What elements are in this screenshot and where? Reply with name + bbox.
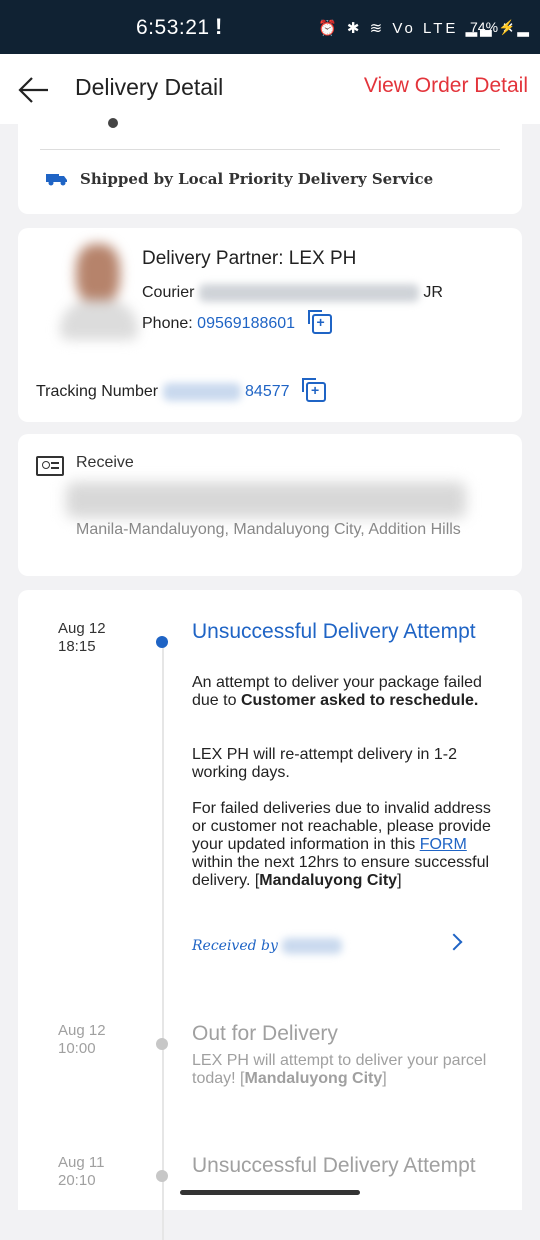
shipping-card: Shipped by Local Priority Delivery Servi… <box>18 118 522 214</box>
courier-row: Courier JR <box>142 284 443 302</box>
event-form-note: For failed deliveries due to invalid add… <box>192 800 492 890</box>
received-by-row[interactable]: Received by <box>192 938 342 954</box>
event-description: LEX PH will attempt to deliver your parc… <box>192 1052 492 1088</box>
event-datetime: Aug 12 10:00 <box>58 1022 138 1058</box>
tracking-label: Tracking Number <box>36 383 159 401</box>
timeline-dot <box>156 1038 168 1050</box>
event-location: Mandaluyong City <box>259 872 398 889</box>
timeline-dot <box>156 1170 168 1182</box>
tracking-row: Tracking Number 84577 + <box>36 378 326 402</box>
event-title: Unsuccessful Delivery Attempt <box>192 620 476 643</box>
event-text: ] <box>382 1070 387 1087</box>
divider <box>40 149 500 150</box>
copy-icon[interactable]: + <box>307 310 332 334</box>
event-date: Aug 12 <box>58 1022 106 1039</box>
back-arrow-icon[interactable] <box>18 76 50 104</box>
page-title: Delivery Detail <box>75 74 224 100</box>
tracking-number-suffix[interactable]: 84577 <box>245 383 290 400</box>
receiver-label: Receive <box>76 454 134 471</box>
shipping-service-text: Shipped by Local Priority Delivery Servi… <box>80 170 434 188</box>
home-indicator[interactable] <box>180 1190 360 1195</box>
event-title: Out for Delivery <box>192 1022 338 1045</box>
event-text: ] <box>397 872 402 889</box>
courier-name-redacted <box>198 284 419 302</box>
event-description: An attempt to deliver your package faile… <box>192 674 492 710</box>
chevron-right-icon[interactable] <box>445 933 463 951</box>
alert-icon: ! <box>215 14 223 39</box>
event-date: Aug 12 <box>58 620 106 637</box>
received-by-name-redacted <box>281 938 342 954</box>
event-title: Unsuccessful Delivery Attempt <box>192 1154 476 1177</box>
event-date: Aug 11 <box>58 1154 105 1171</box>
courier-label: Courier <box>142 284 195 302</box>
app-bar: Delivery Detail View Order Detail <box>0 54 540 124</box>
received-by-label: Received by <box>192 938 278 954</box>
timeline-dot-active <box>156 636 168 648</box>
event-location: Mandaluyong City <box>244 1070 383 1087</box>
courier-name-suffix: JR <box>423 284 443 302</box>
status-bar: 6:53:21 ! ⏰ ✱ ≋ Vo LTE ▂▃ ✕▂ 74%⚡ <box>0 0 540 54</box>
timeline-line <box>162 640 164 1240</box>
phone-label: Phone: <box>142 315 193 333</box>
partial-indicator <box>108 118 118 128</box>
event-time: 18:15 <box>58 638 96 655</box>
copy-icon[interactable]: + <box>301 378 326 402</box>
status-time: 6:53:21 <box>136 16 210 39</box>
tracking-timeline: Aug 12 18:15 Unsuccessful Delivery Attem… <box>18 590 522 1240</box>
delivery-partner-title: Delivery Partner: LEX PH <box>142 248 357 269</box>
truck-icon <box>46 174 67 186</box>
event-datetime: Aug 12 18:15 <box>58 620 138 656</box>
event-reattempt-note: LEX PH will re-attempt delivery in 1-2 w… <box>192 746 457 781</box>
receiver-card: Receive Manila-Mandaluyong, Mandaluyong … <box>18 434 522 576</box>
form-link[interactable]: FORM <box>420 836 467 853</box>
event-time: 10:00 <box>58 1040 96 1057</box>
event-datetime: Aug 11 20:10 <box>58 1154 138 1190</box>
receiver-details-redacted <box>66 482 466 518</box>
view-order-detail-link[interactable]: View Order Detail <box>364 74 528 98</box>
event-reason: Customer asked to reschedule. <box>240 692 479 709</box>
phone-row: Phone: 09569188601 + <box>142 310 332 334</box>
receiver-address: Manila-Mandaluyong, Mandaluyong City, Ad… <box>76 521 461 538</box>
delivery-partner-card: Delivery Partner: LEX PH Courier JR Phon… <box>18 228 522 422</box>
battery-indicator: 74%⚡ <box>470 19 516 35</box>
event-time: 20:10 <box>58 1172 96 1189</box>
phone-number-link[interactable]: 09569188601 <box>197 315 295 332</box>
tracking-number-redacted <box>162 383 241 401</box>
courier-avatar <box>52 236 142 346</box>
id-card-icon <box>36 456 64 476</box>
